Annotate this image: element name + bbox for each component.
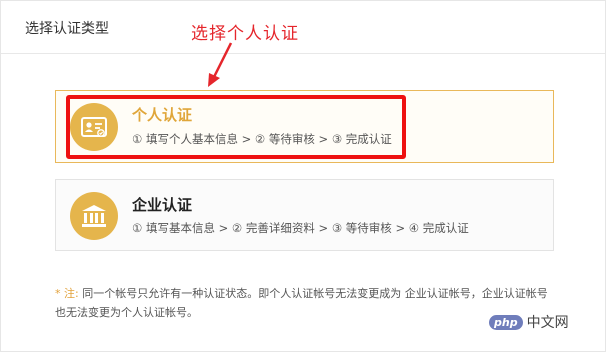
bank-building-icon — [70, 192, 118, 240]
annotation-arrow-icon — [208, 42, 233, 87]
note-label: * 注: — [55, 287, 79, 300]
page-title: 选择认证类型 — [25, 21, 109, 37]
panel-header: 选择认证类型 — [1, 1, 605, 54]
auth-type-panel: 选择认证类型 选择个人认证 个人认证 ① 填写个人基本信息 > ② 等待审核 >… — [0, 0, 606, 352]
auth-note: * 注: 同一个帐号只允许有一种认证状态。即个人认证帐号无法变更成为 企业认证帐… — [55, 284, 555, 322]
personal-auth-steps: ① 填写个人基本信息 > ② 等待审核 > ③ 完成认证 — [132, 132, 392, 146]
watermark-text: 中文网 — [526, 315, 569, 331]
note-text: 同一个帐号只允许有一种认证状态。即个人认证帐号无法变更成为 企业认证帐号，企业认… — [55, 287, 548, 319]
site-watermark: php 中文网 — [489, 312, 569, 332]
personal-auth-title: 个人认证 — [132, 106, 193, 124]
enterprise-auth-title: 企业认证 — [132, 196, 193, 214]
watermark-badge: php — [489, 314, 523, 330]
id-card-icon — [70, 103, 118, 151]
enterprise-auth-option[interactable]: 企业认证 ① 填写基本信息 > ② 完善详细资料 > ③ 等待审核 > ④ 完成… — [55, 179, 554, 251]
enterprise-auth-steps: ① 填写基本信息 > ② 完善详细资料 > ③ 等待审核 > ④ 完成认证 — [132, 221, 469, 235]
personal-auth-option[interactable]: 个人认证 ① 填写个人基本信息 > ② 等待审核 > ③ 完成认证 — [55, 90, 554, 163]
